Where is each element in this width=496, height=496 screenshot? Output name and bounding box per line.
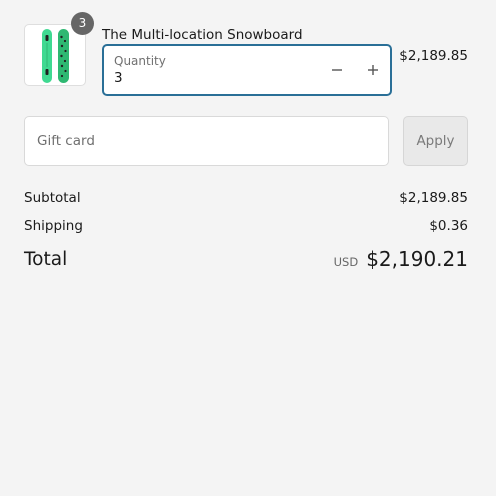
product-name: The Multi-location Snowboard — [102, 27, 303, 43]
subtotal-value: $2,189.85 — [399, 190, 468, 206]
shipping-label: Shipping — [24, 218, 83, 234]
quantity-label: Quantity — [114, 54, 166, 68]
gift-card-input[interactable] — [24, 116, 389, 166]
shipping-value: $0.36 — [429, 218, 468, 234]
currency-code: USD — [333, 255, 359, 269]
decrease-quantity-button[interactable] — [325, 58, 349, 82]
quantity-value[interactable]: 3 — [114, 70, 123, 86]
total-value: $2,190.21 — [366, 247, 468, 271]
minus-icon — [332, 69, 342, 71]
increase-quantity-button[interactable] — [361, 58, 385, 82]
total-label: Total — [24, 249, 68, 270]
total-amount: USD $2,190.21 — [334, 247, 468, 271]
subtotal-label: Subtotal — [24, 190, 81, 206]
quantity-stepper[interactable]: Quantity 3 — [102, 44, 392, 96]
quantity-badge: 3 — [71, 12, 94, 35]
plus-icon — [368, 65, 378, 75]
line-item-price: $2,189.85 — [399, 48, 468, 64]
apply-button[interactable]: Apply — [403, 116, 468, 166]
checkout-order-summary: 3 The Multi-location Snowboard Quantity … — [0, 0, 496, 496]
